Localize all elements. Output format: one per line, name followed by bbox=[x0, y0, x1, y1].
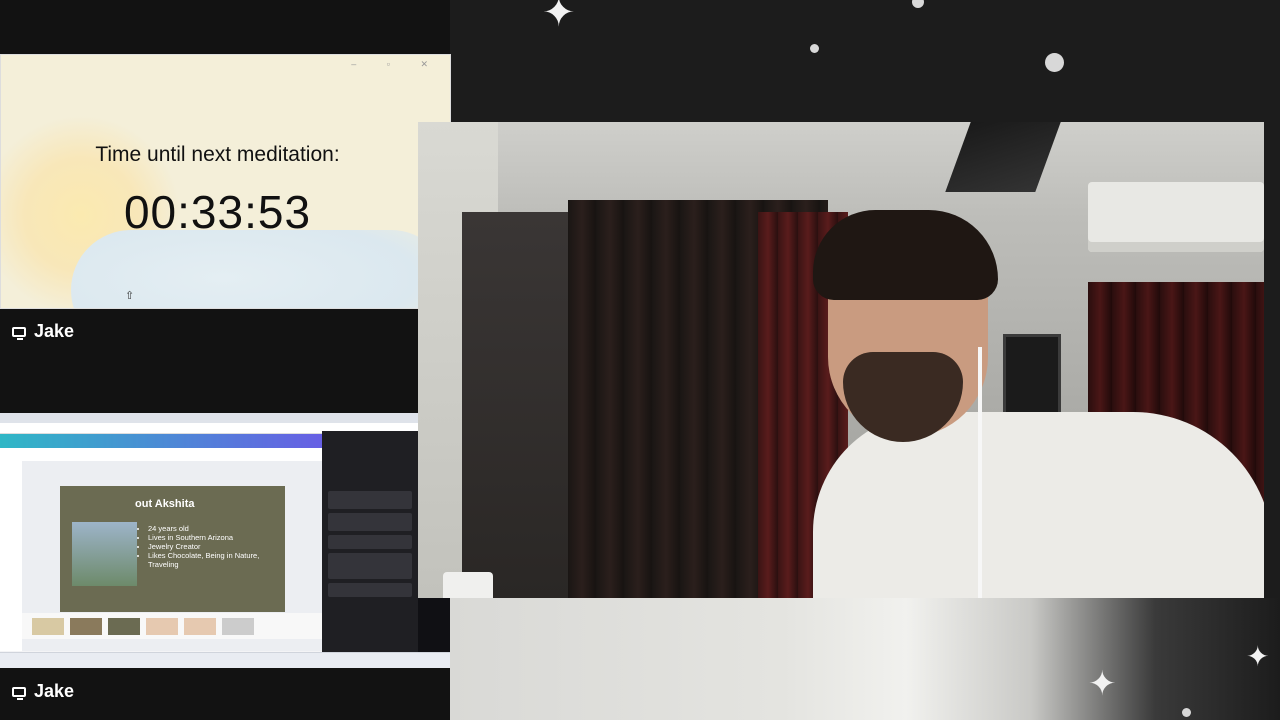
earbud-cable bbox=[978, 347, 982, 598]
slide-thumb bbox=[108, 618, 140, 635]
participant-column: – ▫ ✕ Time until next meditation: 00:33:… bbox=[0, 0, 451, 720]
lamp bbox=[443, 572, 493, 598]
slide: out Akshita 24 years old Lives in Southe… bbox=[60, 486, 285, 612]
slide-thumb bbox=[32, 618, 64, 635]
slide-bullet: Jewelry Creator bbox=[148, 542, 285, 551]
chat-message bbox=[328, 491, 412, 509]
window-controls[interactable]: – ▫ ✕ bbox=[351, 59, 442, 70]
slide-photo bbox=[72, 522, 137, 586]
wall-frame bbox=[1003, 334, 1061, 418]
star-dot bbox=[1045, 53, 1064, 72]
slide-bullet: 24 years old bbox=[148, 524, 285, 533]
star-dot bbox=[810, 44, 819, 53]
door bbox=[462, 212, 582, 598]
slide-title: out Akshita bbox=[135, 498, 195, 510]
air-conditioner bbox=[1088, 182, 1264, 252]
sparkle-star-icon: ✦ bbox=[1246, 640, 1270, 673]
chat-message bbox=[328, 583, 412, 597]
slide-thumb bbox=[146, 618, 178, 635]
person-hair bbox=[813, 210, 998, 300]
browser-tabs bbox=[0, 413, 450, 423]
person-body bbox=[813, 412, 1264, 598]
ceiling-fan bbox=[945, 122, 1061, 192]
os-taskbar bbox=[0, 652, 450, 668]
participant-name: Jake bbox=[34, 321, 75, 341]
star-dot bbox=[1182, 708, 1191, 717]
sparkle-star-icon: ✦ bbox=[1088, 664, 1117, 704]
background-cloud-band bbox=[450, 598, 1280, 720]
chat-panel bbox=[322, 431, 418, 661]
chat-message bbox=[328, 513, 412, 531]
timer-countdown: 00:33:53 bbox=[123, 186, 312, 238]
webcam-video[interactable] bbox=[418, 122, 1264, 598]
slide-bullet: Likes Chocolate, Being in Nature, Travel… bbox=[148, 551, 285, 569]
monitor-icon bbox=[12, 686, 26, 700]
screen-share-thumbnail[interactable]: out Akshita 24 years old Lives in Southe… bbox=[0, 413, 450, 668]
slide-thumb bbox=[70, 618, 102, 635]
timer-title: Time until next meditation: bbox=[95, 143, 340, 166]
participant-label: Jake bbox=[12, 681, 74, 702]
slide-filmstrip bbox=[22, 613, 322, 639]
meditation-timer-window: – ▫ ✕ Time until next meditation: 00:33:… bbox=[0, 54, 451, 309]
participant-label: Jake bbox=[12, 321, 74, 342]
editor-sidebar bbox=[0, 461, 23, 651]
chat-message bbox=[328, 535, 412, 549]
chat-message bbox=[328, 553, 412, 579]
participant-name: Jake bbox=[34, 681, 75, 701]
slide-bullets: 24 years old Lives in Southern Arizona J… bbox=[140, 524, 285, 569]
cursor-icon: ⇧ bbox=[125, 290, 135, 302]
slide-bullet: Lives in Southern Arizona bbox=[148, 533, 285, 542]
sparkle-star-icon: ✦ bbox=[542, 0, 576, 36]
slide-thumb bbox=[184, 618, 216, 635]
slide-thumb bbox=[222, 618, 254, 635]
monitor-icon bbox=[12, 326, 26, 340]
